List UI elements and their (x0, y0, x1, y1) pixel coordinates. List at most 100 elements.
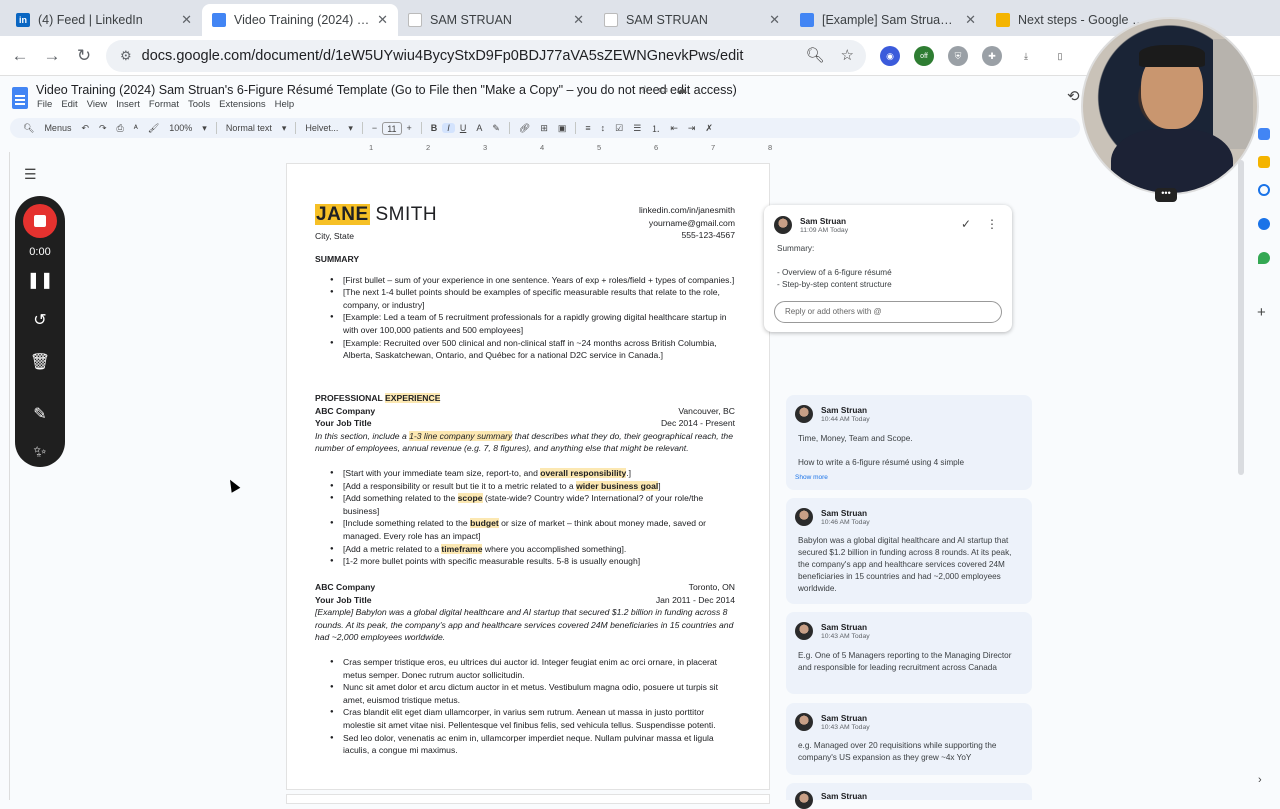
cloud-icon[interactable]: ☁ (676, 83, 687, 96)
menu-tools[interactable]: Tools (188, 99, 210, 110)
redo-icon[interactable]: ↷ (94, 123, 112, 134)
menu-file[interactable]: File (37, 99, 52, 110)
avatar (795, 405, 813, 423)
menu-format[interactable]: Format (149, 99, 179, 110)
star-icon[interactable]: ☆ (640, 83, 650, 96)
resume-contact: linkedin.com/in/janesmith yourname@gmail… (638, 205, 735, 241)
undo-icon[interactable]: ↶ (76, 123, 94, 134)
reload-icon[interactable]: ↻ (68, 40, 100, 72)
calendar-icon[interactable] (1258, 128, 1270, 140)
comment-card[interactable]: Sam Struan 10:43 AM Today e.g. Managed o… (786, 703, 1032, 775)
close-tab-icon[interactable]: ✕ (181, 12, 192, 28)
font-select[interactable]: Helvet... (300, 123, 343, 133)
print-icon[interactable]: ⎙ (112, 123, 129, 134)
expand-panel-icon[interactable]: › (1258, 774, 1262, 786)
contacts-icon[interactable] (1258, 218, 1270, 230)
link-icon[interactable]: 🔗︎ (514, 123, 535, 134)
more-options-icon[interactable]: ⋮ (986, 217, 998, 231)
increase-indent-icon[interactable]: ⇥ (683, 123, 701, 134)
back-icon[interactable]: ← (4, 40, 36, 72)
comment-card[interactable]: Sam Struan 10:43 AM Today E.g. One of 5 … (786, 612, 1032, 694)
webcam-options-icon[interactable]: ••• (1155, 188, 1177, 202)
align-icon[interactable]: ≡ (580, 123, 595, 133)
style-select[interactable]: Normal text (221, 123, 277, 133)
close-tab-icon[interactable]: ✕ (965, 12, 976, 28)
active-comment-card[interactable]: Sam Struan 11:09 AM Today ✓ ⋮ Summary: -… (764, 205, 1012, 332)
close-tab-icon[interactable]: ✕ (377, 12, 388, 28)
tab-sam-struan-2[interactable]: SAM STRUAN ✕ (594, 4, 790, 36)
text-color-icon[interactable]: A (471, 123, 487, 133)
resolve-check-icon[interactable]: ✓ (961, 217, 971, 231)
italic-icon[interactable]: I (442, 123, 455, 133)
folder-icon[interactable]: ▭ (658, 83, 668, 96)
forward-icon[interactable]: → (36, 40, 68, 72)
site-info-icon[interactable]: ⚙ (120, 48, 132, 64)
search-menus-icon[interactable]: 🔍︎ (18, 123, 39, 134)
add-addon-icon[interactable]: + (1257, 304, 1266, 321)
tasks-icon[interactable] (1258, 184, 1270, 196)
menu-help[interactable]: Help (275, 99, 295, 110)
document-page[interactable]: JANE SMITH City, State linkedin.com/in/j… (286, 163, 770, 790)
tab-example-resume[interactable]: [Example] Sam Struan Ré ✕ (790, 4, 986, 36)
zoom-select[interactable]: 100% (164, 123, 197, 133)
scrollbar[interactable] (1238, 160, 1244, 475)
menu-view[interactable]: View (87, 99, 107, 110)
shield-icon[interactable]: ⛨ (948, 46, 968, 66)
comment-card[interactable]: Sam Struan (786, 783, 1032, 809)
image-icon[interactable]: ▣ (553, 123, 572, 134)
download-icon[interactable]: ⤓ (1016, 46, 1036, 66)
reply-input[interactable]: Reply or add others with @ (774, 301, 1002, 323)
docs-logo-icon[interactable] (12, 87, 28, 109)
menu-edit[interactable]: Edit (61, 99, 77, 110)
bullet-list-icon[interactable]: ☰ (628, 123, 646, 134)
bold-icon[interactable]: B (426, 123, 443, 133)
tab-linkedin[interactable]: in (4) Feed | LinkedIn ✕ (6, 4, 202, 36)
chevron-down-icon[interactable]: ▾ (277, 123, 292, 134)
highlight-icon[interactable]: ✎ (487, 123, 505, 134)
decrease-indent-icon[interactable]: ⇤ (665, 123, 683, 134)
line-spacing-icon[interactable]: ↕ (596, 123, 611, 133)
stop-record-button[interactable] (23, 204, 57, 238)
show-more-link[interactable]: Show more (795, 474, 828, 481)
increase-size-icon[interactable]: + (402, 123, 417, 133)
sidebar-icon[interactable]: ▯ (1050, 46, 1070, 66)
numbered-list-icon[interactable]: ⒈ (646, 122, 665, 135)
url-field[interactable]: ⚙ docs.google.com/document/d/1eW5UYwiu4B… (106, 40, 866, 72)
extension-off-icon[interactable]: off (914, 46, 934, 66)
spellcheck-icon[interactable]: ᴬ (129, 123, 143, 133)
menu-extensions[interactable]: Extensions (219, 99, 265, 110)
tab-video-training[interactable]: Video Training (2024) Sam ✕ (202, 4, 398, 36)
maps-icon[interactable] (1258, 252, 1270, 264)
chevron-down-icon[interactable]: ▾ (343, 123, 358, 134)
restart-icon[interactable]: ↺ (15, 310, 65, 330)
paint-format-icon[interactable]: 🖌︎ (143, 123, 164, 134)
close-tab-icon[interactable]: ✕ (573, 12, 584, 28)
pen-icon[interactable]: ✎ (15, 404, 65, 424)
ruler-mark: 2 (426, 143, 431, 152)
effects-icon[interactable]: ✨︎ (15, 444, 65, 462)
pause-icon[interactable]: ❚❚ (15, 270, 65, 290)
history-icon[interactable]: ⟲ (1067, 87, 1080, 105)
comment-card[interactable]: Sam Struan 10:46 AM Today Babylon was a … (786, 498, 1032, 604)
keep-icon[interactable] (1258, 156, 1270, 168)
tab-sam-struan-1[interactable]: SAM STRUAN ✕ (398, 4, 594, 36)
document-title[interactable]: Video Training (2024) Sam Struan's 6-Fig… (36, 83, 737, 97)
clear-format-icon[interactable]: ✗ (700, 123, 718, 134)
delete-icon[interactable]: 🗑︎ (15, 352, 65, 372)
font-size-input[interactable]: 11 (382, 121, 402, 135)
outline-icon[interactable]: ☰ (24, 166, 37, 183)
close-tab-icon[interactable]: ✕ (769, 12, 780, 28)
add-comment-icon[interactable]: ⊞ (535, 123, 553, 134)
zoom-icon[interactable]: 🔍︎ (806, 46, 825, 64)
extension-icon[interactable]: ◉ (880, 46, 900, 66)
decrease-size-icon[interactable]: − (367, 123, 382, 133)
ruler-mark: 8 (768, 143, 773, 152)
underline-icon[interactable]: U (455, 123, 472, 133)
puzzle-icon[interactable]: ✚ (982, 46, 1002, 66)
search-menus[interactable]: Menus (39, 123, 76, 133)
bookmark-star-icon[interactable]: ☆ (841, 46, 854, 64)
chevron-down-icon[interactable]: ▾ (197, 123, 212, 134)
comment-card[interactable]: Sam Struan 10:44 AM Today Time, Money, T… (786, 395, 1032, 490)
checklist-icon[interactable]: ☑ (610, 123, 628, 134)
menu-insert[interactable]: Insert (116, 99, 140, 110)
